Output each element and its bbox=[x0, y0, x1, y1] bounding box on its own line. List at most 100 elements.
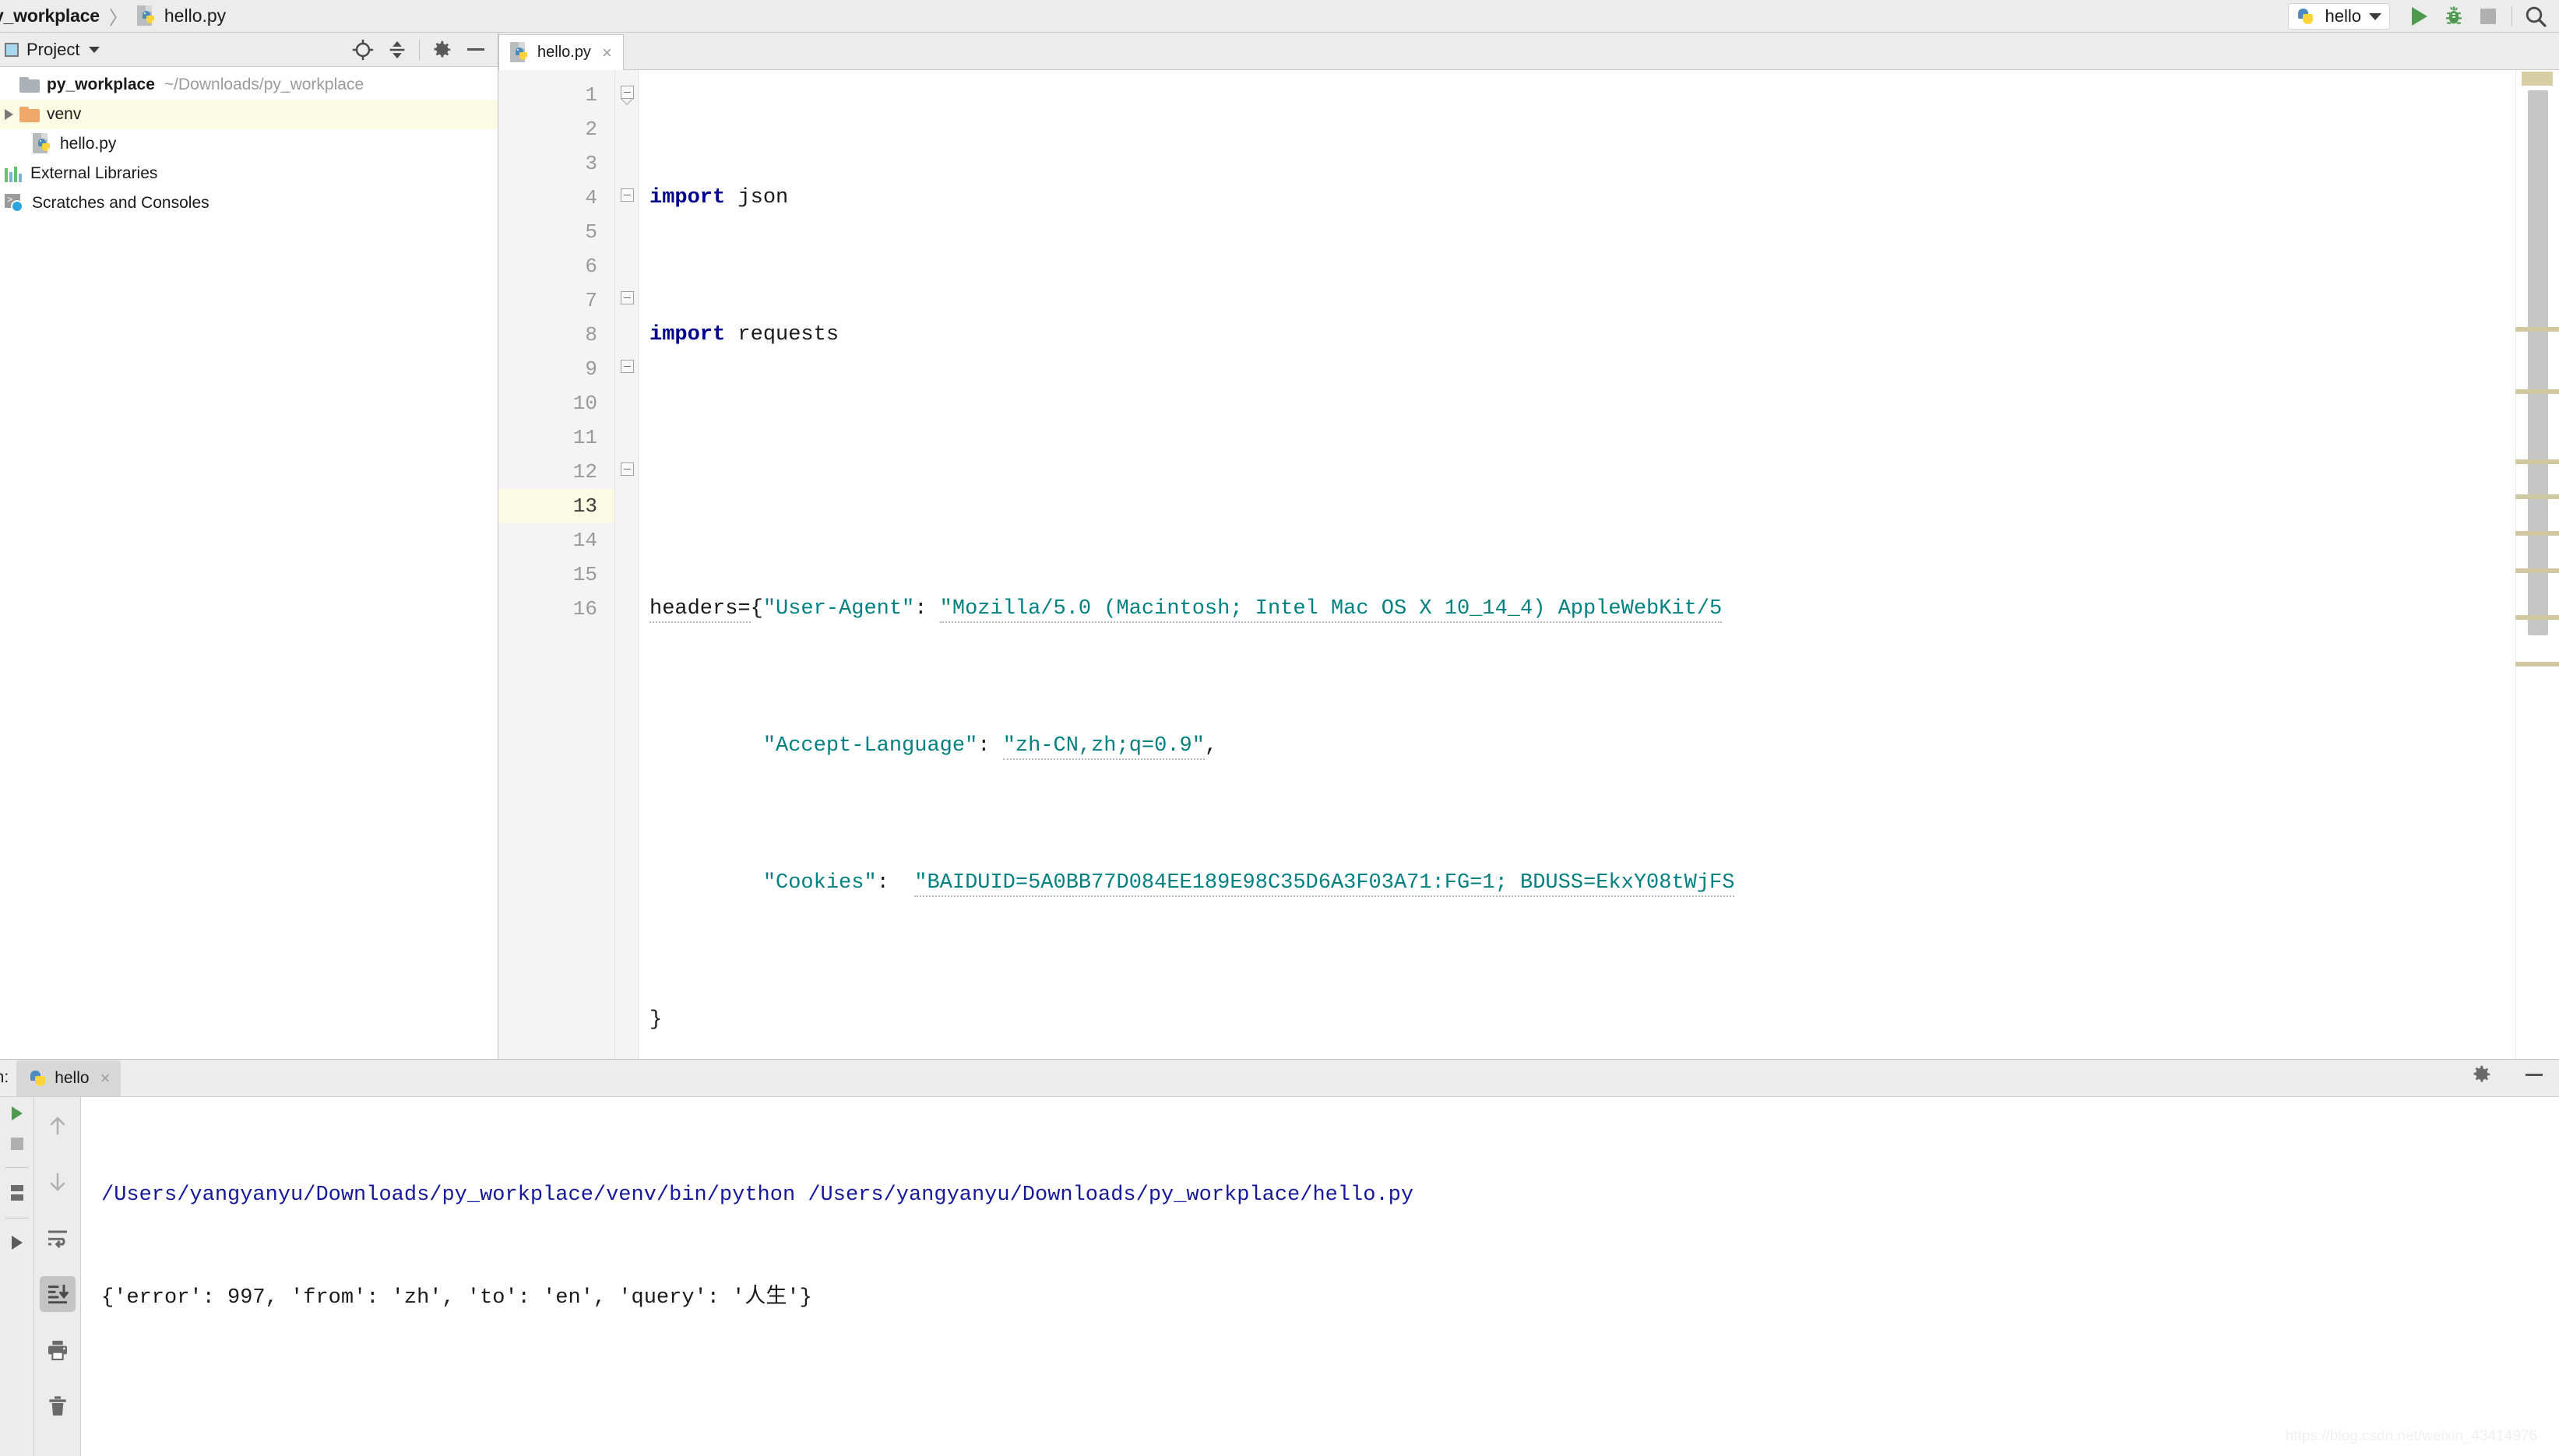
warning-marker[interactable] bbox=[2515, 662, 2559, 666]
token-string-accept-language-value: "zh-CN,zh;q=0.9" bbox=[1002, 734, 1205, 760]
inspection-status-indicator[interactable] bbox=[2522, 72, 2553, 86]
code-line-6[interactable]: "Cookies": "BAIDUID=5A0BB77D084EE189E98C… bbox=[639, 866, 2515, 900]
breadcrumb-separator-icon: 〉 bbox=[108, 8, 128, 29]
code-text-area[interactable]: import json import requests headers={"Us… bbox=[639, 70, 2515, 1059]
token-colon: : bbox=[914, 597, 928, 621]
line-number: 4 bbox=[585, 186, 597, 209]
print-button[interactable] bbox=[40, 1332, 76, 1368]
fold-region-line9[interactable] bbox=[618, 352, 635, 386]
run-configuration-label: hello bbox=[2325, 6, 2361, 26]
run-tool-window: un: hello × bbox=[0, 1059, 2559, 1456]
project-settings-button[interactable] bbox=[424, 33, 459, 67]
code-line-3[interactable] bbox=[639, 455, 2515, 489]
console-output[interactable]: /Users/yangyanyu/Downloads/py_workplace/… bbox=[81, 1097, 2559, 1456]
run-button[interactable] bbox=[2402, 0, 2437, 33]
tree-item-py-workplace[interactable]: py_workplace ~/Downloads/py_workplace bbox=[0, 70, 498, 100]
run-panel-label: un: bbox=[0, 1068, 9, 1086]
project-tree: py_workplace ~/Downloads/py_workplace ve… bbox=[0, 67, 498, 1059]
soft-wrap-button[interactable] bbox=[40, 1220, 76, 1256]
run-tab-hello[interactable]: hello × bbox=[16, 1060, 121, 1096]
tree-item-venv[interactable]: venv bbox=[0, 100, 498, 129]
line-number: 12 bbox=[572, 460, 597, 484]
warning-marker[interactable] bbox=[2515, 568, 2559, 573]
editor-scrollbar-thumb[interactable] bbox=[2528, 90, 2548, 635]
project-panel-title[interactable]: Project bbox=[26, 40, 79, 60]
fold-region-line7[interactable] bbox=[618, 283, 635, 318]
warning-marker[interactable] bbox=[2515, 389, 2559, 394]
code-line-2[interactable]: import requests bbox=[639, 318, 2515, 352]
line-number: 16 bbox=[572, 597, 597, 621]
warning-marker[interactable] bbox=[2515, 327, 2559, 332]
token-headers-var: headers= bbox=[649, 597, 751, 623]
editor-marker-gutter[interactable] bbox=[2515, 70, 2559, 1059]
line-number: 8 bbox=[585, 323, 597, 346]
clear-console-button[interactable] bbox=[40, 1388, 76, 1424]
code-line-5[interactable]: "Accept-Language": "zh-CN,zh;q=0.9", bbox=[639, 729, 2515, 763]
tree-item-hello-py[interactable]: hello.py bbox=[0, 129, 498, 159]
warning-marker[interactable] bbox=[2515, 494, 2559, 499]
libraries-icon bbox=[5, 165, 23, 182]
code-line-1[interactable]: import json bbox=[639, 181, 2515, 215]
warning-marker[interactable] bbox=[2515, 459, 2559, 464]
up-arrow-button[interactable] bbox=[40, 1108, 76, 1144]
code-line-4[interactable]: headers={"User-Agent": "Mozilla/5.0 (Mac… bbox=[639, 592, 2515, 626]
token-brace-close: } bbox=[649, 1008, 663, 1032]
chevron-right-icon[interactable] bbox=[5, 109, 13, 120]
close-icon[interactable]: × bbox=[602, 43, 612, 63]
debug-button[interactable] bbox=[2437, 0, 2471, 33]
tree-item-path: ~/Downloads/py_workplace bbox=[164, 76, 364, 93]
run-settings-button[interactable] bbox=[2464, 1057, 2498, 1092]
search-everywhere-button[interactable] bbox=[2519, 0, 2553, 33]
folder-icon bbox=[19, 107, 40, 122]
down-arrow-button[interactable] bbox=[40, 1164, 76, 1200]
project-panel-actions bbox=[346, 33, 493, 67]
tree-item-label: hello.py bbox=[60, 135, 117, 153]
tree-item-label: venv bbox=[47, 105, 82, 123]
editor-tab-hello-py[interactable]: hello.py × bbox=[498, 34, 624, 70]
search-icon bbox=[2526, 6, 2547, 27]
minimize-icon bbox=[2526, 1073, 2543, 1076]
line-number: 7 bbox=[585, 289, 597, 312]
main-toolbar: hello bbox=[2287, 0, 2553, 33]
line-number: 2 bbox=[585, 118, 597, 141]
breadcrumb-file[interactable]: hello.py bbox=[164, 5, 226, 26]
tree-item-external-libraries[interactable]: External Libraries bbox=[0, 159, 498, 188]
warning-marker[interactable] bbox=[2515, 615, 2559, 620]
fold-region-line12[interactable] bbox=[618, 455, 635, 489]
soft-wrap-icon bbox=[48, 1230, 67, 1249]
token-comma: , bbox=[1204, 734, 1218, 758]
project-tool-window: Project py_workplace ~/Downloads/py_work… bbox=[0, 33, 498, 1059]
line-number: 15 bbox=[572, 563, 597, 586]
hide-project-panel-button[interactable] bbox=[459, 33, 493, 67]
stop-button[interactable] bbox=[2471, 0, 2505, 33]
resume-icon[interactable] bbox=[11, 1236, 23, 1250]
rerun-icon[interactable] bbox=[11, 1106, 23, 1120]
pin-tab-icon[interactable] bbox=[10, 1185, 23, 1201]
scroll-to-end-button[interactable] bbox=[39, 1276, 76, 1312]
line-number-current: 13 bbox=[498, 489, 614, 523]
breadcrumb-project[interactable]: y_workplace bbox=[0, 5, 100, 26]
warning-marker[interactable] bbox=[2515, 531, 2559, 536]
tree-item-scratches-and-consoles[interactable]: >_ Scratches and Consoles bbox=[0, 188, 498, 218]
chevron-down-icon bbox=[2369, 12, 2381, 20]
crosshair-target-icon bbox=[352, 39, 374, 60]
hide-run-panel-button[interactable] bbox=[2517, 1057, 2551, 1092]
code-line-7[interactable]: } bbox=[639, 1003, 2515, 1037]
fold-region-line1[interactable] bbox=[618, 78, 635, 112]
editor-body: 1 2 3 4 5 6 7 8 9 10 11 12 13 14 15 16 i… bbox=[498, 70, 2559, 1059]
bug-icon bbox=[2446, 6, 2462, 24]
toolbar-divider bbox=[2511, 6, 2512, 26]
stop-icon[interactable] bbox=[10, 1138, 23, 1150]
close-icon[interactable]: × bbox=[100, 1068, 111, 1088]
project-view-chevron-down-icon[interactable] bbox=[89, 46, 100, 53]
python-config-icon bbox=[2295, 5, 2315, 27]
collapse-all-button[interactable] bbox=[380, 33, 414, 67]
run-configuration-selector[interactable]: hello bbox=[2287, 3, 2390, 30]
console-line-output: {'error': 997, 'from': 'zh', 'to': 'en',… bbox=[101, 1286, 812, 1310]
fold-region-line4[interactable] bbox=[618, 181, 635, 215]
select-opened-file-button[interactable] bbox=[346, 33, 380, 67]
sidebar-divider bbox=[5, 1167, 29, 1168]
